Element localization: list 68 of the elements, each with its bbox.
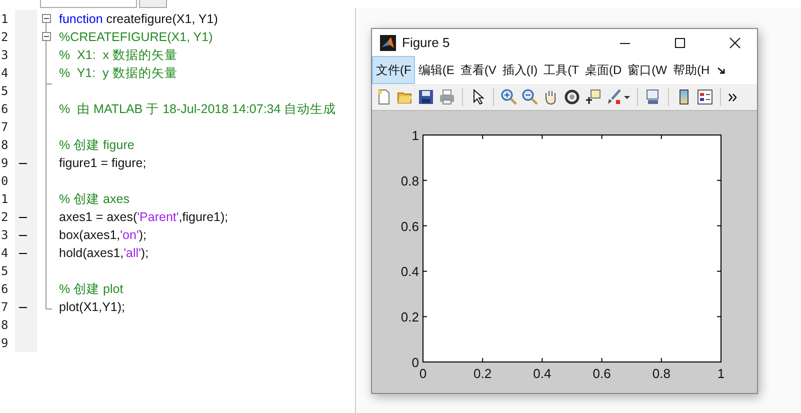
menu-item[interactable]: 插入(I) [499, 56, 541, 84]
y-tick-label: 0.8 [400, 173, 419, 188]
x-tick-label: 0.2 [474, 366, 492, 381]
code-line: % 由 MATLAB 于 18-Jul-2018 14:07:34 自动生成 [59, 100, 336, 118]
line-number: 6 [0, 282, 10, 296]
line-number: 6 [0, 102, 10, 116]
line-number: 7 [0, 120, 10, 134]
menu-overflow-icon[interactable] [716, 66, 726, 75]
legend-icon[interactable] [697, 89, 713, 106]
y-tick-label: 0.4 [400, 264, 419, 280]
line-number: 2 [0, 210, 10, 224]
maximize-icon[interactable] [674, 36, 686, 49]
new-file-icon[interactable] [376, 89, 392, 106]
line-number: 2 [0, 30, 10, 44]
data-cursor-icon[interactable] [585, 89, 601, 106]
line-number: 9 [0, 336, 10, 350]
y-tick-label: 0.2 [400, 310, 419, 325]
code-line: % Y1: y 数据的矢量 [59, 64, 178, 82]
menu-item[interactable]: 桌面(D [582, 56, 625, 84]
brush-icon[interactable] [606, 89, 622, 106]
menu-item[interactable]: 查看(V [457, 56, 500, 84]
zoom-in-icon[interactable] [501, 89, 517, 106]
line-number: 1 [0, 192, 10, 206]
x-tick-label: 1 [717, 366, 725, 381]
fold-toggle-icon[interactable] [42, 14, 51, 23]
line-number: 9 [0, 156, 10, 170]
menu-item[interactable]: 文件(F [372, 56, 416, 84]
toolbar-overflow-icon[interactable] [728, 92, 737, 102]
line-number: 8 [0, 138, 10, 152]
print-icon[interactable] [439, 89, 455, 106]
line-number: 5 [0, 264, 10, 278]
code-line: %CREATEFIGURE(X1, Y1) [59, 30, 213, 44]
save-icon[interactable] [418, 89, 434, 106]
line-number: 4 [0, 66, 10, 80]
line-number: 3 [0, 48, 10, 62]
x-tick-label: 0.6 [592, 366, 611, 381]
line-number: 4 [0, 246, 10, 260]
line-number: 3 [0, 228, 10, 242]
menu-item[interactable]: 编辑(E [415, 56, 458, 84]
y-tick-label: 1 [412, 128, 419, 143]
x-tick-label: 0.8 [652, 366, 670, 381]
code-line: % X1: x 数据的矢量 [59, 46, 178, 64]
x-tick-label: 0 [419, 366, 427, 381]
code-line: % 创建 axes [59, 190, 130, 208]
menu-item[interactable]: 工具(T [540, 56, 582, 84]
y-tick-label: 0.6 [400, 218, 419, 234]
code-line: box(axes1,'on'); [59, 228, 146, 242]
line-number: 0 [0, 174, 10, 188]
code-line: % 创建 figure [59, 136, 134, 154]
code-line: plot(X1,Y1); [59, 300, 126, 314]
y-tick-label: 0 [412, 355, 419, 370]
fold-toggle-icon[interactable] [42, 32, 51, 41]
code-line: % 创建 plot [59, 280, 124, 298]
menu-item[interactable]: 帮助(H [670, 56, 713, 84]
code-line: function createfigure(X1, Y1) [59, 12, 218, 26]
window-title: Figure 5 [402, 35, 451, 50]
line-number: 8 [0, 318, 10, 332]
code-line: axes1 = axes('Parent',figure1); [59, 210, 228, 224]
code-line: hold(axes1,'all'); [59, 246, 149, 260]
close-icon[interactable] [729, 36, 741, 49]
menu-item[interactable]: 窗口(W [624, 56, 670, 84]
line-number: 7 [0, 300, 10, 314]
app-logo-icon [380, 34, 396, 51]
line-number: 1 [0, 12, 10, 26]
zoom-out-icon[interactable] [522, 89, 538, 106]
code-line: figure1 = figure; [59, 156, 146, 170]
x-tick-label: 0.4 [533, 366, 552, 381]
line-number: 5 [0, 84, 10, 98]
